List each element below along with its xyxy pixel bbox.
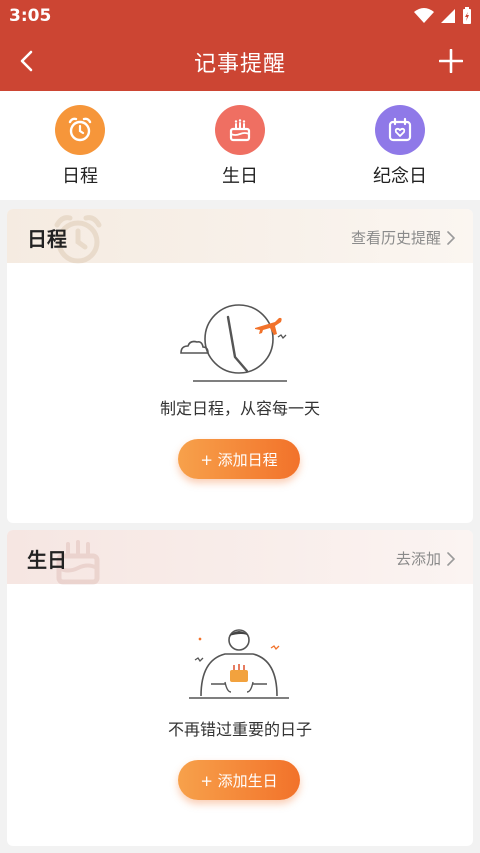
plus-icon bbox=[439, 49, 463, 73]
schedule-card-title: 日程 bbox=[27, 227, 67, 251]
view-history-label: 查看历史提醒 bbox=[350, 229, 441, 247]
category-anniversary[interactable]: 纪念日 bbox=[350, 105, 450, 188]
schedule-card: 日程 查看历史提醒 制定日程，从容每一天 + 添加日程 bbox=[7, 209, 473, 523]
schedule-empty-text: 制定日程，从容每一天 bbox=[159, 399, 320, 418]
calendar-heart-icon bbox=[375, 105, 425, 155]
signal-icon bbox=[441, 9, 455, 23]
birthday-empty-illustration bbox=[7, 626, 473, 708]
chevron-right-icon bbox=[447, 230, 455, 245]
status-bar: 3:05 bbox=[0, 0, 480, 32]
app-header: 3:05 记事提醒 bbox=[0, 0, 480, 91]
status-icons bbox=[414, 7, 472, 25]
schedule-empty-illustration bbox=[7, 301, 473, 383]
schedule-card-header: 日程 查看历史提醒 bbox=[7, 209, 473, 264]
page-title: 记事提醒 bbox=[193, 52, 286, 77]
category-bar: 日程 生日 纪念日 bbox=[0, 91, 480, 200]
go-add-label: 去添加 bbox=[395, 550, 441, 568]
category-label: 纪念日 bbox=[373, 166, 427, 187]
go-add-link[interactable]: 去添加 bbox=[396, 548, 455, 569]
alarm-clock-icon bbox=[55, 105, 105, 155]
status-time: 3:05 bbox=[9, 6, 52, 26]
chevron-right-icon bbox=[447, 551, 455, 566]
add-schedule-button[interactable]: + 添加日程 bbox=[178, 439, 300, 479]
add-button[interactable] bbox=[436, 46, 466, 76]
category-label: 生日 bbox=[222, 166, 258, 187]
wifi-icon bbox=[414, 8, 434, 23]
category-birthday[interactable]: 生日 bbox=[190, 105, 290, 188]
birthday-empty-text: 不再错过重要的日子 bbox=[167, 720, 312, 739]
birthday-cake-icon bbox=[215, 105, 265, 155]
category-label: 日程 bbox=[62, 166, 98, 187]
add-birthday-button[interactable]: + 添加生日 bbox=[178, 760, 300, 800]
birthday-card-header: 生日 去添加 bbox=[7, 530, 473, 585]
birthday-card-title: 生日 bbox=[27, 548, 67, 572]
battery-icon bbox=[463, 7, 471, 24]
view-history-link[interactable]: 查看历史提醒 bbox=[351, 227, 455, 248]
category-schedule[interactable]: 日程 bbox=[30, 105, 130, 188]
birthday-card: 生日 去添加 不再错过重要的日子 + 添加生日 bbox=[7, 530, 473, 846]
